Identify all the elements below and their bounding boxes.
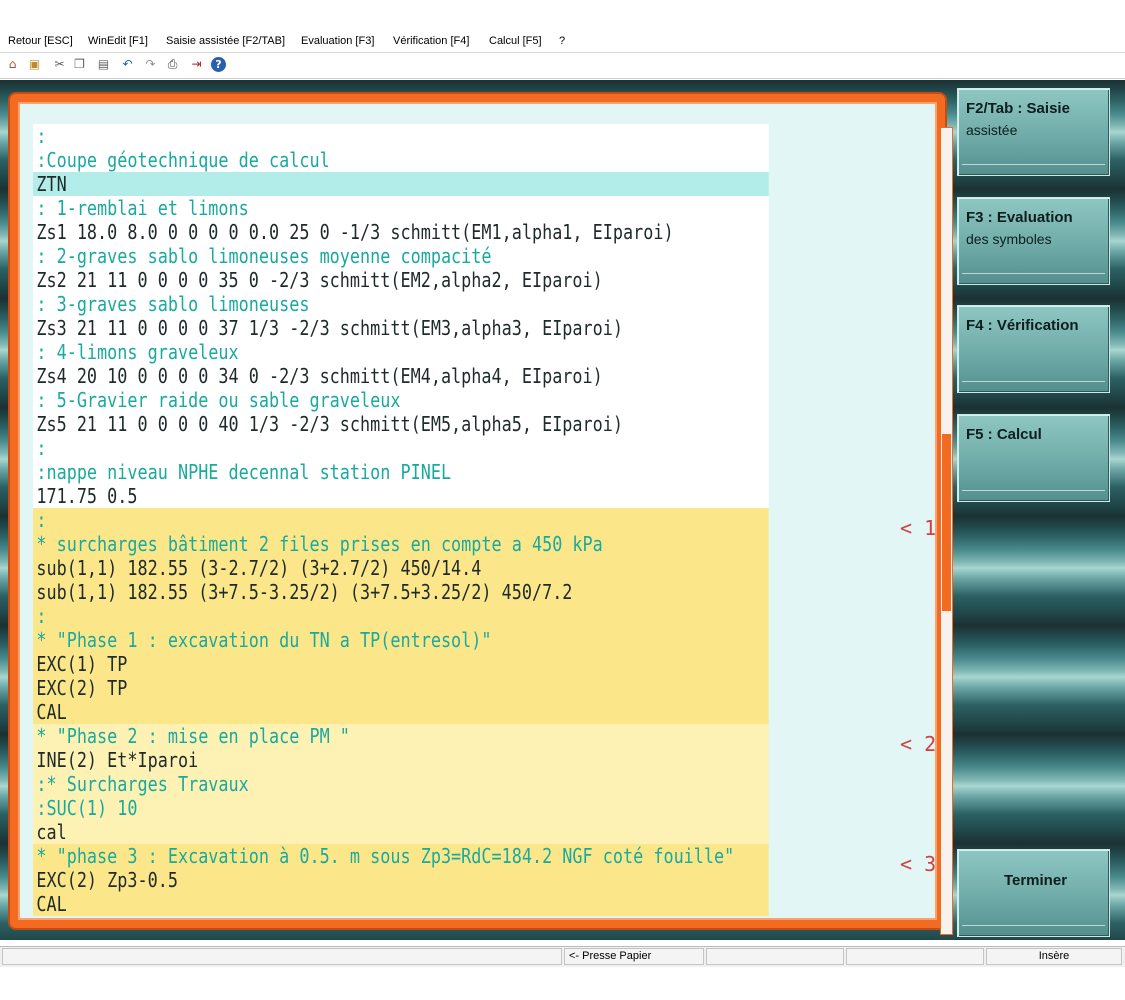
status-panel-main xyxy=(2,948,562,965)
editor-line[interactable]: :Coupe géotechnique de calcul xyxy=(33,148,769,172)
editor-line[interactable]: INE(2) Et*Iparoi xyxy=(33,748,769,772)
paste-icon[interactable]: ▤ xyxy=(96,57,111,72)
editor-line[interactable]: * "phase 3 : Excavation à 0.5. m sous Zp… xyxy=(33,844,769,868)
editor-line[interactable]: Zs2 21 11 0 0 0 0 35 0 -2/3 schmitt(EM2,… xyxy=(33,268,769,292)
f2-button-sublabel: assistée xyxy=(966,122,1018,138)
editor-frame: ::Coupe géotechnique de calcul ZTN: 1-rem… xyxy=(10,94,953,935)
editor-line[interactable]: : 4-limons graveleux xyxy=(33,340,769,364)
status-insert-mode: Insère xyxy=(986,948,1122,965)
cut-icon[interactable]: ✂ xyxy=(52,57,67,72)
editor-line[interactable]: * "Phase 2 : mise en place PM " xyxy=(33,724,769,748)
editor-line[interactable]: : xyxy=(33,508,769,532)
menu-help[interactable]: ? xyxy=(559,35,565,47)
editor-line[interactable]: CAL xyxy=(33,892,769,916)
f3-button-label: F3 : Evaluation xyxy=(966,209,1073,226)
editor-line[interactable]: CAL xyxy=(33,700,769,724)
status-panel-empty-2 xyxy=(846,948,984,965)
f2-button-label: F2/Tab : Saisie xyxy=(966,100,1070,117)
script-editor[interactable]: ::Coupe géotechnique de calcul ZTN: 1-rem… xyxy=(33,124,769,924)
editor-line[interactable]: : 5-Gravier raide ou sable graveleux xyxy=(33,388,769,412)
status-clipboard: <- Presse Papier xyxy=(564,948,704,965)
editor-line[interactable]: 171.75 0.5 xyxy=(33,484,769,508)
status-bar: <- Presse Papier Insère xyxy=(0,946,1125,967)
f3-button-sublabel: des symboles xyxy=(966,231,1052,247)
phase-marker: < 1 xyxy=(900,516,937,540)
exit-icon[interactable]: ⇥ xyxy=(189,57,204,72)
editor-line[interactable]: sub(1,1) 182.55 (3+7.5-3.25/2) (3+7.5+3.… xyxy=(33,580,769,604)
editor-line[interactable]: * "Phase 1 : excavation du TN a TP(entre… xyxy=(33,628,769,652)
editor-line[interactable]: : xyxy=(33,604,769,628)
vertical-scrollbar[interactable] xyxy=(940,127,953,935)
print-icon[interactable]: ⎙ xyxy=(165,57,180,72)
editor-line[interactable]: : xyxy=(33,124,769,148)
redo-icon[interactable]: ↷ xyxy=(143,57,158,72)
status-panel-empty-1 xyxy=(706,948,844,965)
open-icon[interactable]: ▣ xyxy=(27,57,42,72)
editor-line[interactable]: EXC(2) TP xyxy=(33,676,769,700)
menu-retour[interactable]: Retour [ESC] xyxy=(8,35,73,47)
editor-line[interactable]: : 3-graves sablo limoneuses xyxy=(33,292,769,316)
f4-verification-button[interactable]: F4 : Vérification xyxy=(957,305,1110,393)
phase-marker: < 3 xyxy=(900,852,937,876)
menu-saisie-assistee[interactable]: Saisie assistée [F2/TAB] xyxy=(166,35,285,47)
editor-line[interactable]: Zs5 21 11 0 0 0 0 40 1/3 -2/3 schmitt(EM… xyxy=(33,412,769,436)
button-divider xyxy=(962,490,1105,491)
menu-evaluation[interactable]: Evaluation [F3] xyxy=(301,35,374,47)
button-divider xyxy=(962,164,1105,165)
editor-line[interactable]: :SUC(1) 10 xyxy=(33,796,769,820)
editor-line[interactable]: Zs3 21 11 0 0 0 0 37 1/3 -2/3 schmitt(EM… xyxy=(33,316,769,340)
terminer-button-label: Terminer xyxy=(1003,872,1068,889)
editor-line[interactable]: Zs4 20 10 0 0 0 0 34 0 -2/3 schmitt(EM4,… xyxy=(33,364,769,388)
editor-line[interactable]: ZTN xyxy=(33,172,769,196)
undo-icon[interactable]: ↶ xyxy=(120,57,135,72)
menu-calcul[interactable]: Calcul [F5] xyxy=(489,35,542,47)
scrollbar-thumb[interactable] xyxy=(942,434,951,611)
editor-line[interactable]: EXC(1) TP xyxy=(33,652,769,676)
editor-line[interactable]: sub(1,1) 182.55 (3-2.7/2) (3+2.7/2) 450/… xyxy=(33,556,769,580)
button-divider xyxy=(962,925,1105,926)
editor-line[interactable]: : 1-remblai et limons xyxy=(33,196,769,220)
toolbar: ⌂ ▣ ✂ ❐ ▤ ↶ ↷ ⎙ ⇥ ? xyxy=(0,54,1125,79)
menu-winedit[interactable]: WinEdit [F1] xyxy=(88,35,148,47)
editor-line[interactable]: :nappe niveau NPHE decennal station PINE… xyxy=(33,460,769,484)
editor-line[interactable]: Zs1 18.0 8.0 0 0 0 0 0.0 25 0 -1/3 schmi… xyxy=(33,220,769,244)
menu-bar: Retour [ESC] WinEdit [F1] Saisie assisté… xyxy=(0,31,1125,53)
editor-line[interactable]: EXC(2) Zp3-0.5 xyxy=(33,868,769,892)
terminer-button[interactable]: Terminer xyxy=(957,849,1110,937)
editor-line[interactable]: * surcharges bâtiment 2 files prises en … xyxy=(33,532,769,556)
button-divider xyxy=(962,381,1105,382)
editor-line[interactable]: : 2-graves sablo limoneuses moyenne comp… xyxy=(33,244,769,268)
workspace: ::Coupe géotechnique de calcul ZTN: 1-rem… xyxy=(0,80,1125,940)
editor-line[interactable]: :* Surcharges Travaux xyxy=(33,772,769,796)
f2-saisie-assistee-button[interactable]: F2/Tab : Saisie assistée xyxy=(957,88,1110,176)
button-divider xyxy=(962,273,1105,274)
menu-verification[interactable]: Vérification [F4] xyxy=(393,35,469,47)
f3-evaluation-button[interactable]: F3 : Evaluation des symboles xyxy=(957,197,1110,285)
f4-button-label: F4 : Vérification xyxy=(966,317,1079,334)
phase-marker: < 2 xyxy=(900,732,937,756)
help-icon[interactable]: ? xyxy=(211,57,226,72)
copy-icon[interactable]: ❐ xyxy=(72,57,87,72)
home-icon[interactable]: ⌂ xyxy=(5,57,20,72)
editor-line[interactable]: : xyxy=(33,436,769,460)
f5-calcul-button[interactable]: F5 : Calcul xyxy=(957,414,1110,502)
f5-button-label: F5 : Calcul xyxy=(966,426,1042,443)
editor-line[interactable]: cal xyxy=(33,820,769,844)
